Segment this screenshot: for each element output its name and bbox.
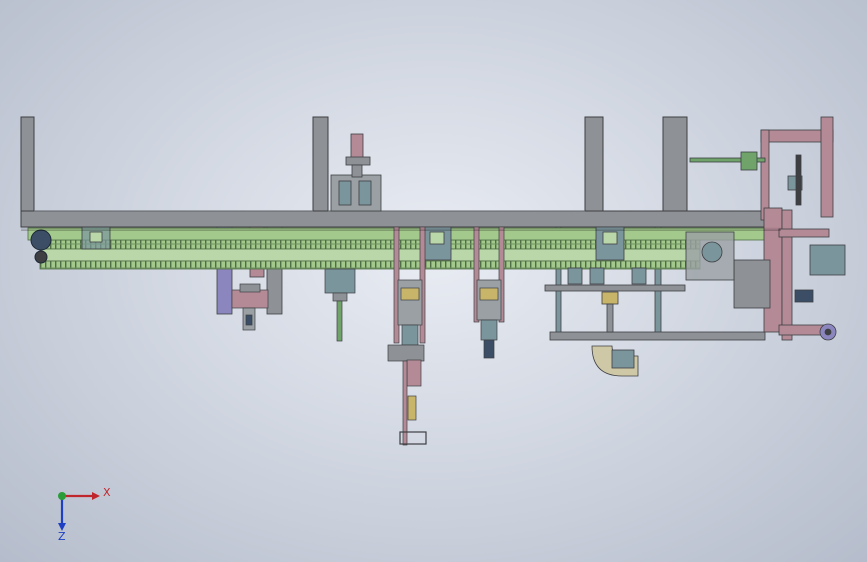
beam-shadow: [21, 227, 781, 231]
x-axis-label: X: [103, 486, 111, 499]
drive-sprocket: [30, 229, 52, 251]
left-gripper-unit: [231, 283, 269, 331]
x-axis-arrowhead: [92, 492, 100, 500]
chain-conveyor: [27, 227, 784, 270]
top-cylinder-assembly: [330, 133, 382, 212]
cad-viewport[interactable]: X Z: [0, 0, 867, 562]
main-frame: [20, 116, 782, 228]
z-axis-label: Z: [58, 530, 66, 543]
y-axis-dot: [58, 492, 66, 500]
idler-sprocket: [34, 250, 48, 264]
machine-assembly-drawing[interactable]: [0, 0, 867, 562]
coordinate-triad[interactable]: [58, 492, 100, 531]
center-cylinder: [324, 268, 356, 342]
frame-beam: [20, 210, 782, 228]
